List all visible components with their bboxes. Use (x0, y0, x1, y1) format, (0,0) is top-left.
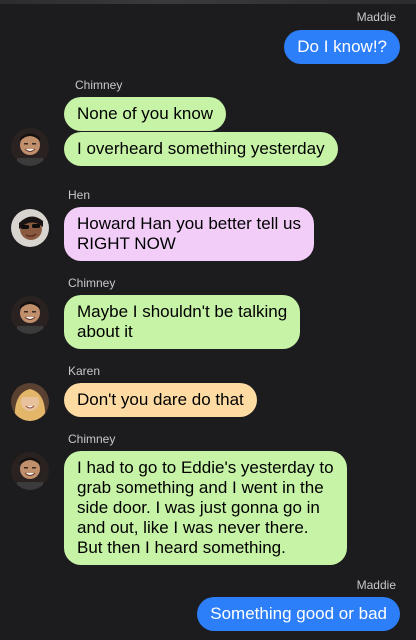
message-bubble-incoming[interactable]: None of you know (64, 97, 227, 131)
message-bubble-incoming[interactable]: Howard Han you better tell us RIGHT NOW (64, 207, 314, 261)
sender-name-chimney: Chimney (75, 78, 123, 92)
avatar-hen[interactable] (11, 209, 49, 247)
message-bubble-outgoing[interactable]: Something good or bad (197, 597, 400, 631)
message-bubble-outgoing[interactable]: Do I know!? (284, 30, 400, 64)
sender-name-maddie: Maddie (356, 578, 396, 592)
avatar-chimney[interactable] (11, 296, 49, 334)
sender-name-chimney: Chimney (68, 432, 116, 446)
sender-name-hen: Hen (68, 188, 91, 202)
sender-name-karen: Karen (68, 364, 101, 378)
top-edge (0, 0, 416, 4)
person-avatar-icon (11, 296, 49, 334)
sender-name-maddie: Maddie (356, 10, 396, 24)
person-avatar-icon (11, 452, 49, 490)
message-bubble-incoming[interactable]: I had to go to Eddie's yesterday to grab… (64, 451, 347, 565)
avatar-chimney[interactable] (11, 452, 49, 490)
person-avatar-icon (11, 128, 49, 166)
sender-name-chimney: Chimney (68, 276, 116, 290)
message-bubble-incoming[interactable]: Don't you dare do that (64, 383, 257, 417)
avatar-karen[interactable] (11, 383, 49, 421)
message-bubble-incoming[interactable]: I overheard something yesterday (64, 132, 338, 166)
person-avatar-icon (11, 209, 49, 247)
message-bubble-incoming[interactable]: Maybe I shouldn't be talking about it (64, 295, 301, 349)
avatar-chimney[interactable] (11, 128, 49, 166)
person-avatar-icon (11, 383, 49, 421)
